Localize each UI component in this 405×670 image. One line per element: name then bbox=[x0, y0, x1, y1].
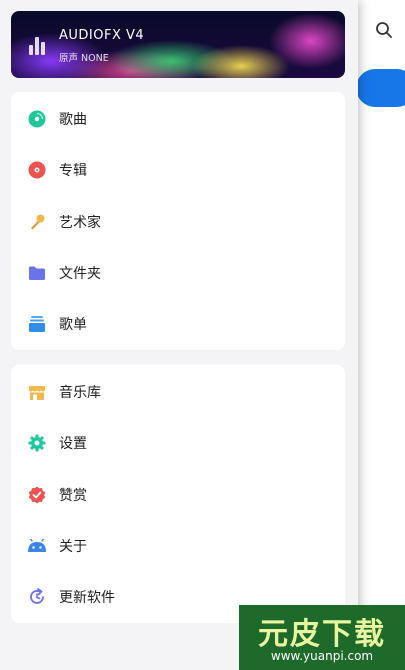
menu-item-label: 艺术家 bbox=[59, 215, 101, 231]
watermark-logo-text: 元皮下载 bbox=[258, 617, 386, 652]
menu-item-label: 赞赏 bbox=[59, 488, 87, 504]
menu-item-music-library[interactable]: 音乐库 bbox=[11, 367, 345, 417]
site-watermark: 元皮下载 www.yuanpi.com bbox=[239, 605, 405, 670]
menu-item-settings[interactable]: 设置 bbox=[11, 418, 345, 468]
banner-subtitle: 原声 NONE bbox=[59, 53, 109, 64]
background-action-button[interactable] bbox=[356, 69, 405, 107]
menu-item-label: 设置 bbox=[59, 436, 87, 452]
badge-check-icon bbox=[27, 485, 47, 505]
navigation-drawer: AUDIOFX V4 原声 NONE 歌曲 专辑 艺术家 文件夹 歌单 音乐库 … bbox=[0, 0, 358, 670]
store-icon bbox=[27, 382, 47, 402]
menu-item-label: 文件夹 bbox=[59, 266, 101, 282]
menu-item-label: 更新软件 bbox=[59, 590, 115, 606]
app-menu-card: 音乐库 设置 赞赏 关于 更新软件 bbox=[11, 365, 345, 623]
menu-item-appreciate[interactable]: 赞赏 bbox=[11, 470, 345, 520]
menu-item-label: 专辑 bbox=[59, 163, 87, 179]
menu-item-folders[interactable]: 文件夹 bbox=[11, 248, 345, 298]
library-menu-card: 歌曲 专辑 艺术家 文件夹 歌单 bbox=[11, 92, 345, 350]
search-icon[interactable] bbox=[374, 20, 394, 40]
folder-icon bbox=[27, 263, 47, 283]
audiofx-banner[interactable]: AUDIOFX V4 原声 NONE bbox=[11, 11, 345, 78]
menu-item-label: 歌曲 bbox=[59, 112, 87, 128]
gear-icon bbox=[27, 433, 47, 453]
menu-item-songs[interactable]: 歌曲 bbox=[11, 94, 345, 144]
disc-icon bbox=[27, 109, 47, 129]
menu-item-playlists[interactable]: 歌单 bbox=[11, 299, 345, 349]
microphone-icon bbox=[27, 212, 47, 232]
android-icon bbox=[27, 536, 47, 556]
menu-item-label: 关于 bbox=[59, 539, 87, 555]
menu-item-about[interactable]: 关于 bbox=[11, 521, 345, 571]
menu-item-artists[interactable]: 艺术家 bbox=[11, 197, 345, 247]
refresh-icon bbox=[27, 587, 47, 607]
menu-item-label: 歌单 bbox=[59, 317, 87, 333]
menu-item-albums[interactable]: 专辑 bbox=[11, 145, 345, 195]
banner-title: AUDIOFX V4 bbox=[59, 28, 145, 43]
record-icon bbox=[27, 160, 47, 180]
menu-item-label: 音乐库 bbox=[59, 385, 101, 401]
equalizer-icon bbox=[29, 35, 47, 55]
watermark-url: www.yuanpi.com bbox=[270, 649, 374, 663]
playlist-icon bbox=[27, 314, 47, 334]
